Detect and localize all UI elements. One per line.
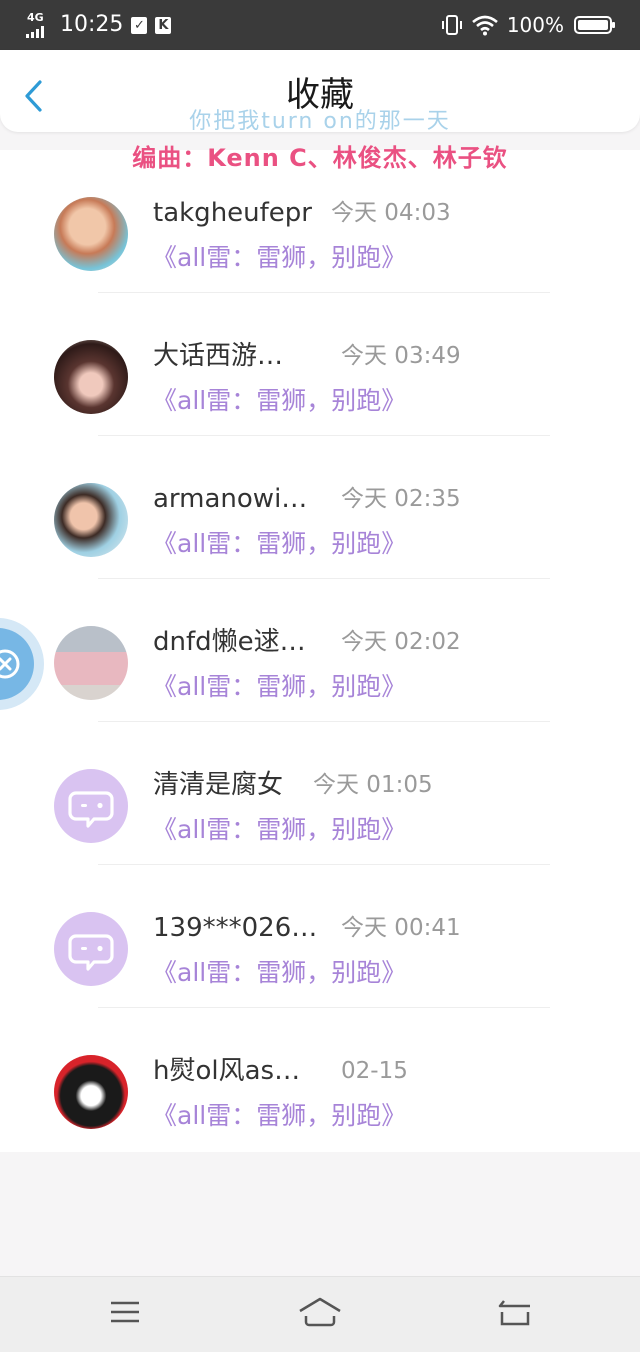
- chat-bubble-icon: [68, 934, 114, 971]
- favorite-time: 今天 02:02: [341, 629, 461, 655]
- signal-icon: [26, 26, 44, 38]
- menu-button[interactable]: [105, 1295, 145, 1329]
- battery-icon: [574, 16, 615, 34]
- user-name: takgheufepr: [153, 198, 312, 228]
- list-item[interactable]: dnfd懒e逑… 今天 02:02 《all雷：雷狮，别跑》: [0, 579, 640, 722]
- battery-percent: 100%: [506, 13, 564, 37]
- avatar[interactable]: [54, 1055, 128, 1129]
- favorite-time: 今天 01:05: [313, 772, 433, 798]
- avatar[interactable]: [54, 197, 128, 271]
- favorite-time: 今天 02:35: [341, 486, 461, 512]
- story-link[interactable]: 《all雷：雷狮，别跑》: [152, 814, 406, 846]
- status-time: 10:25: [60, 12, 124, 37]
- vibrate-icon: [441, 15, 462, 35]
- navigation-bar: [0, 1276, 640, 1352]
- favorite-time: 今天 04:03: [331, 200, 451, 226]
- list-item[interactable]: armanowi… 今天 02:35 《all雷：雷狮，别跑》: [0, 436, 640, 579]
- favorite-time: 02-15: [341, 1058, 408, 1084]
- avatar[interactable]: [54, 340, 128, 414]
- favorite-time: 今天 00:41: [341, 915, 461, 941]
- overlay-credits: 编曲：Kenn C、林俊杰、林子钦: [132, 144, 508, 172]
- menu-icon: [111, 1301, 139, 1323]
- list-item[interactable]: 139***026… 今天 00:41 《all雷：雷狮，别跑》: [0, 865, 640, 1008]
- user-name: 大话西游…: [153, 341, 284, 371]
- overlay-lyric: 你把我turn on的那一天: [189, 109, 451, 134]
- back-icon: [498, 1300, 530, 1326]
- avatar[interactable]: [54, 626, 128, 700]
- user-name: h熨ol风as…: [153, 1056, 301, 1086]
- avatar[interactable]: [54, 483, 128, 557]
- k-app-icon: K: [155, 16, 172, 34]
- chat-bubble-icon: [68, 791, 114, 828]
- back-nav-button[interactable]: [494, 1295, 534, 1329]
- status-bar: 4G 10:25 ✓ K 100%: [0, 0, 640, 50]
- avatar[interactable]: [54, 769, 128, 843]
- home-button[interactable]: [296, 1295, 344, 1329]
- floating-close-button[interactable]: [0, 617, 45, 711]
- user-name: 清清是腐女: [153, 770, 284, 800]
- list-item[interactable]: h熨ol风as… 02-15 《all雷：雷狮，别跑》: [0, 1008, 640, 1151]
- network-indicator: 4G: [26, 12, 48, 38]
- story-link[interactable]: 《all雷：雷狮，别跑》: [152, 385, 406, 417]
- list-item[interactable]: 清清是腐女 今天 01:05 《all雷：雷狮，别跑》: [0, 722, 640, 865]
- story-link[interactable]: 《all雷：雷狮，别跑》: [152, 242, 406, 274]
- story-link[interactable]: 《all雷：雷狮，别跑》: [152, 528, 406, 560]
- avatar[interactable]: [54, 912, 128, 986]
- story-link[interactable]: 《all雷：雷狮，别跑》: [152, 1100, 406, 1132]
- favorites-list: takgheufepr 今天 04:03 《all雷：雷狮，别跑》 大话西游… …: [0, 150, 640, 1152]
- network-type: 4G: [27, 11, 44, 24]
- wifi-icon: [471, 15, 498, 36]
- check-clipboard-icon: ✓: [131, 16, 148, 34]
- user-name: 139***026…: [153, 913, 318, 943]
- story-link[interactable]: 《all雷：雷狮，别跑》: [152, 957, 406, 989]
- home-icon: [299, 1297, 341, 1327]
- story-link[interactable]: 《all雷：雷狮，别跑》: [152, 671, 406, 703]
- favorite-time: 今天 03:49: [341, 343, 461, 369]
- user-name: armanowi…: [153, 484, 308, 514]
- close-circle-icon: [0, 618, 44, 710]
- list-item[interactable]: 大话西游… 今天 03:49 《all雷：雷狮，别跑》: [0, 293, 640, 436]
- user-name: dnfd懒e逑…: [153, 627, 306, 657]
